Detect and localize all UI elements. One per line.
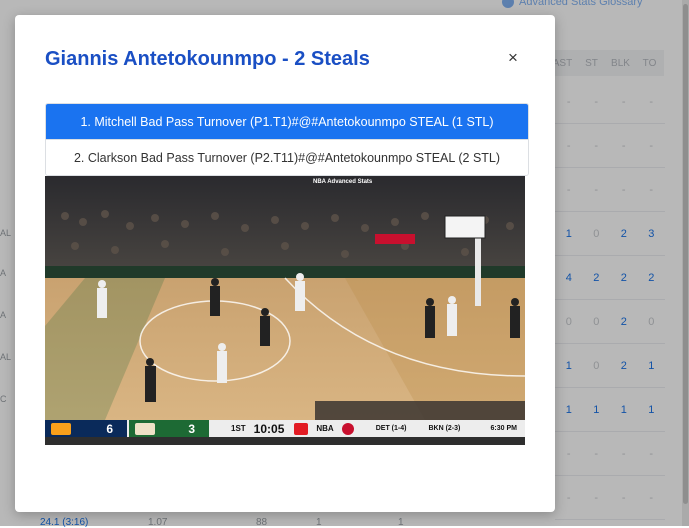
video-overlay-tag: NBA Advanced Stats	[313, 179, 373, 185]
video-controls-strip[interactable]	[45, 437, 525, 445]
away-score: 6	[106, 421, 113, 436]
scorebug: 6 3 1ST 10:05 NBA DET (1-4) BKN (2-3) 6:…	[45, 420, 525, 437]
home-score: 3	[188, 421, 195, 436]
sponsor-board	[375, 234, 415, 244]
video-frame	[45, 176, 525, 420]
other-game-2: BKN (2-3)	[428, 425, 461, 432]
det-logo-icon	[341, 422, 354, 435]
play-item[interactable]: 1. Mitchell Bad Pass Turnover (P1.T1)#@#…	[46, 104, 528, 139]
video-player[interactable]: NBA Advanced Stats 6 3 1ST 10:05 NBA DET…	[45, 176, 525, 445]
away-logo-icon	[51, 422, 71, 435]
other-game-time: 6:30 PM	[490, 425, 517, 432]
play-item[interactable]: 2. Clarkson Bad Pass Turnover (P2.T11)#@…	[46, 139, 528, 175]
modal-title: Giannis Antetokounmpo - 2 Steals	[45, 48, 370, 70]
home-logo-icon	[135, 422, 155, 435]
away-team: 6	[45, 420, 127, 437]
game-clock: 10:05	[253, 421, 285, 436]
home-team: 3	[129, 420, 209, 437]
network-label: NBA	[316, 424, 334, 433]
quarter: 1ST	[231, 424, 246, 433]
sponsor-icon	[294, 422, 309, 435]
backboard	[444, 215, 486, 239]
steals-modal: Giannis Antetokounmpo - 2 Steals × 1. Mi…	[15, 15, 555, 512]
other-game-1: DET (1-4)	[375, 425, 407, 432]
close-button[interactable]: ×	[505, 47, 521, 69]
baseline-crowd	[315, 401, 525, 420]
play-list: 1. Mitchell Bad Pass Turnover (P1.T1)#@#…	[45, 103, 529, 176]
courtside-board	[45, 266, 525, 278]
